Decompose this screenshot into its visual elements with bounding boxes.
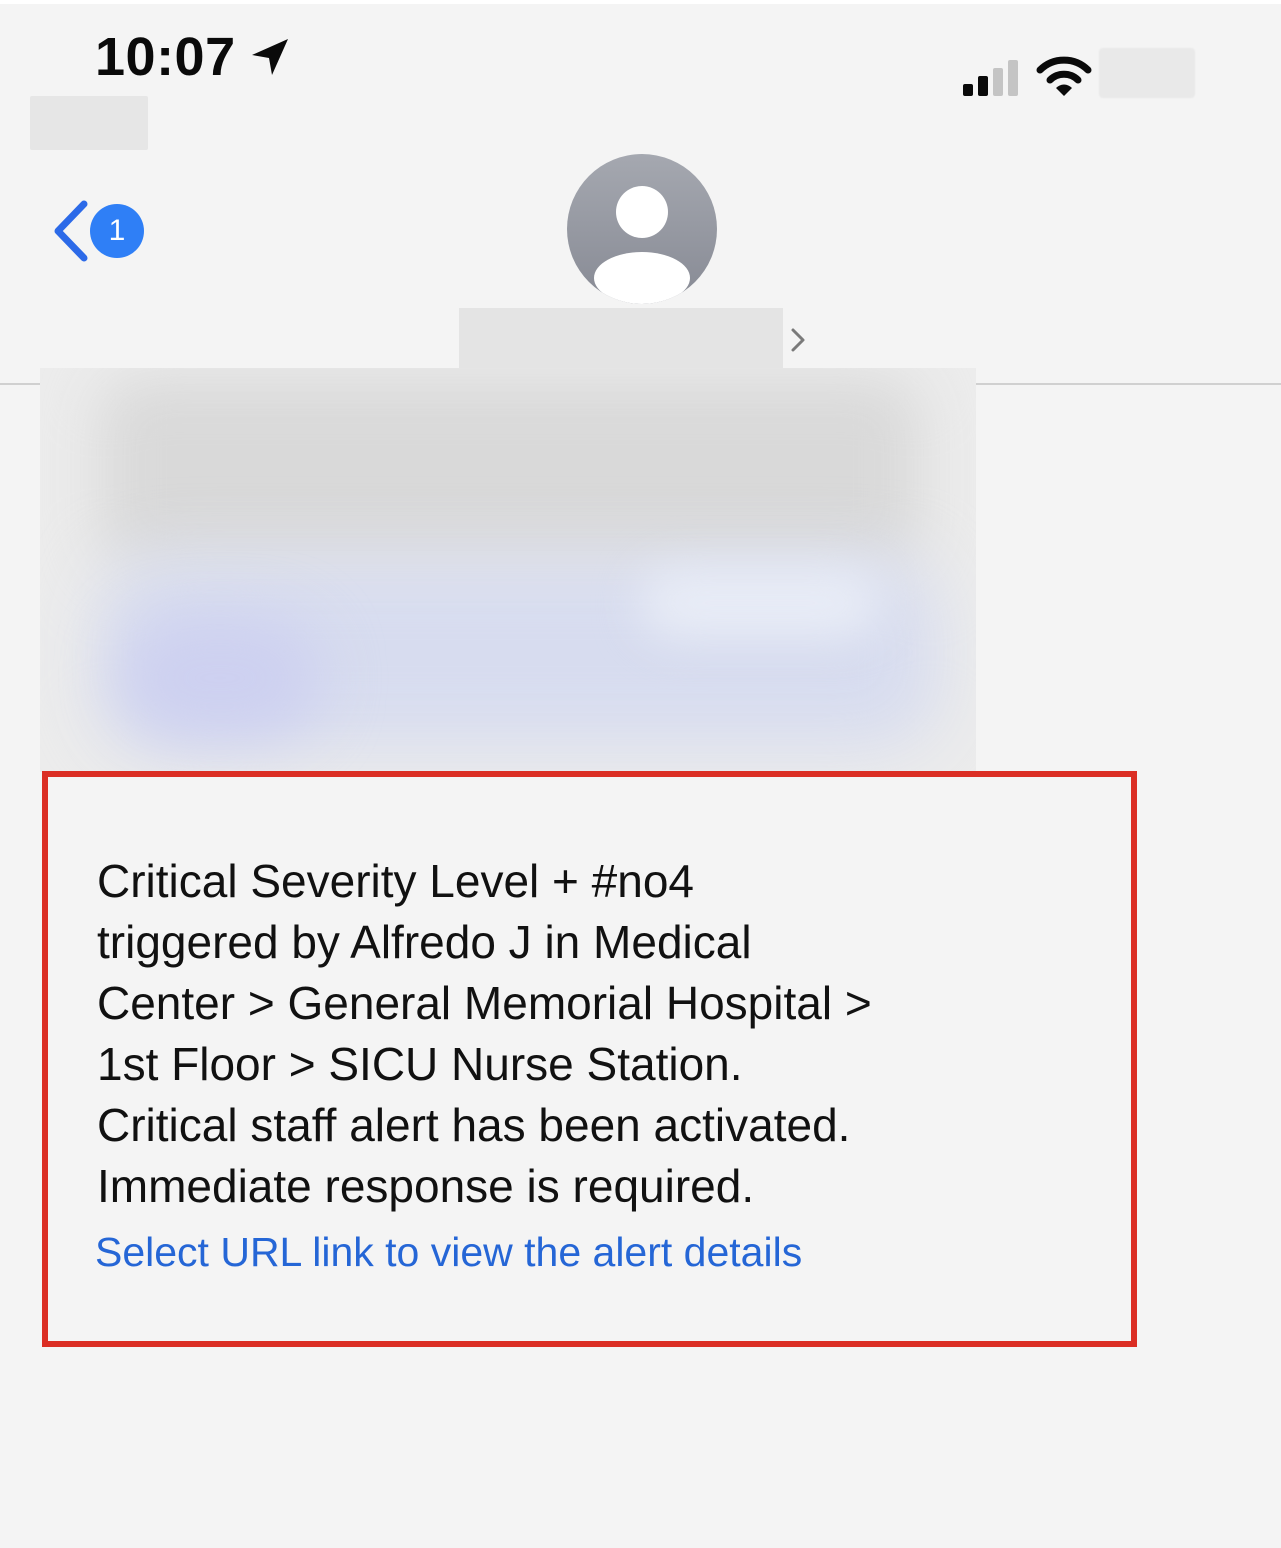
message-line: Immediate response is required. <box>97 1160 755 1212</box>
chevron-right-icon[interactable] <box>788 326 808 354</box>
status-time: 10:07 <box>95 27 236 87</box>
cellular-signal-icon <box>963 60 1018 96</box>
location-arrow-icon <box>251 39 288 75</box>
alert-message-text: Critical Severity Level + #no4 triggered… <box>97 851 1037 1217</box>
alert-details-link[interactable]: Select URL link to view the alert detail… <box>95 1229 802 1276</box>
carrier-label <box>30 96 148 150</box>
wifi-icon <box>1036 56 1092 96</box>
contact-name[interactable] <box>459 308 783 372</box>
message-line: Center > General Memorial Hospital > <box>97 977 872 1029</box>
chevron-left-icon <box>54 200 88 262</box>
person-icon <box>594 186 690 304</box>
message-line: Critical staff alert has been activated. <box>97 1099 851 1151</box>
avatar[interactable] <box>567 154 717 304</box>
battery-indicator <box>1099 48 1195 98</box>
previous-message-bubble <box>40 368 976 772</box>
top-edge <box>0 0 1281 4</box>
alert-message-bubble: Critical Severity Level + #no4 triggered… <box>42 771 1137 1347</box>
status-bar-right <box>961 48 1281 98</box>
unread-count-badge: 1 <box>90 204 144 258</box>
back-button[interactable]: 1 <box>44 196 154 266</box>
status-bar-left: 10:07 <box>95 26 292 88</box>
message-line: Critical Severity Level + #no4 <box>97 855 695 907</box>
message-line: triggered by Alfredo J in Medical <box>97 916 752 968</box>
message-line: 1st Floor > SICU Nurse Station. <box>97 1038 743 1090</box>
messages-screen: 10:07 1 Critical Severity Level + #no4 t… <box>0 0 1281 1548</box>
